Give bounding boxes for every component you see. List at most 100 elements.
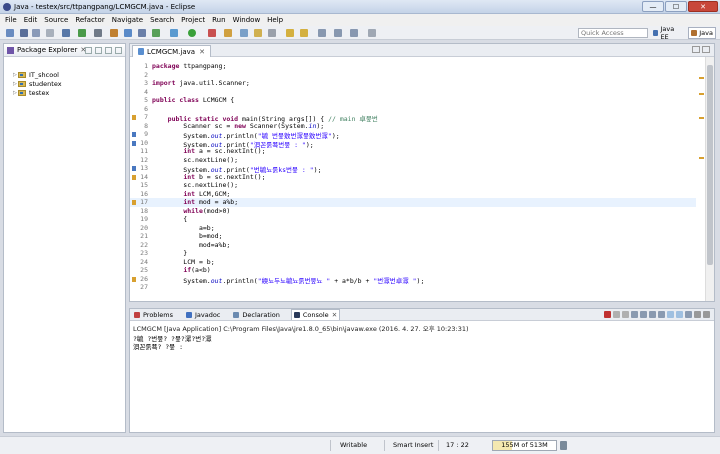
code-line[interactable]: 16 int LCM,GCM; <box>130 190 696 199</box>
code-line[interactable]: 5 public class LCMGCM { <box>130 96 696 105</box>
maximize-view-icon[interactable] <box>703 311 710 318</box>
minimize-view-icon[interactable] <box>694 311 701 318</box>
code-line[interactable]: 3 import java.util.Scanner; <box>130 79 696 88</box>
menu-project[interactable]: Project <box>181 16 205 24</box>
menu-edit[interactable]: Edit <box>24 16 38 24</box>
menu-navigate[interactable]: Navigate <box>112 16 143 24</box>
code-line[interactable]: 9 System.out.println("毓 번뭎敫번潀뭎敫번潀"); <box>130 130 696 140</box>
new-java-project-icon[interactable] <box>124 29 132 37</box>
link-with-editor-icon[interactable] <box>95 47 102 54</box>
code-line[interactable]: 27 <box>130 283 696 292</box>
overview-warning-marker[interactable] <box>699 77 704 79</box>
overview-warning-marker[interactable] <box>699 93 704 95</box>
new-class-icon[interactable] <box>152 29 160 37</box>
open-task-icon[interactable] <box>254 29 262 37</box>
tab-console[interactable]: Console ✕ <box>290 309 341 320</box>
warning-marker-icon[interactable] <box>132 115 136 120</box>
editor-tab-lcmgcm[interactable]: LCMGCM.java ✕ <box>132 45 211 57</box>
run-icon[interactable] <box>188 29 196 37</box>
info-marker-icon[interactable] <box>132 140 136 146</box>
garbage-collect-icon[interactable] <box>560 441 567 450</box>
scrollbar-thumb[interactable] <box>707 65 713 265</box>
previous-annotation-icon[interactable] <box>300 29 308 37</box>
code-line[interactable]: 8 Scanner sc = new Scanner(System.in); <box>130 122 696 131</box>
code-line[interactable]: 19 { <box>130 215 696 224</box>
menu-refactor[interactable]: Refactor <box>75 16 104 24</box>
view-menu-icon[interactable] <box>105 47 112 54</box>
last-edit-icon[interactable] <box>318 29 326 37</box>
code-line[interactable]: 18 while(mod>0) <box>130 207 696 216</box>
show-on-output-icon[interactable] <box>658 311 665 318</box>
tab-javadoc[interactable]: Javadoc <box>184 309 222 320</box>
pin-icon[interactable] <box>368 29 376 37</box>
tree-item-project[interactable]: ▷ studentex <box>13 79 125 88</box>
external-tools-icon[interactable] <box>208 29 216 37</box>
code-line[interactable]: 24 LCM = b; <box>130 258 696 267</box>
perspective-java-ee[interactable]: Java EE <box>651 24 684 42</box>
menu-window[interactable]: Window <box>233 16 261 24</box>
vertical-scrollbar[interactable] <box>705 57 714 301</box>
maximize-editor-icon[interactable] <box>702 46 710 53</box>
perspective-java[interactable]: Java <box>688 27 716 39</box>
maximize-button[interactable]: ☐ <box>665 1 687 12</box>
skip-breakpoints-icon[interactable] <box>94 29 102 37</box>
code-line[interactable]: 17 int mod = a%b; <box>130 198 696 207</box>
code-line[interactable]: 13 System.out.print("번毓뇨룱ks번뭎 : "); <box>130 164 696 174</box>
minimize-button[interactable]: — <box>642 1 664 12</box>
overview-warning-marker[interactable] <box>699 117 704 119</box>
menu-help[interactable]: Help <box>267 16 283 24</box>
tab-declaration[interactable]: Declaration <box>231 309 281 320</box>
menu-run[interactable]: Run <box>212 16 225 24</box>
close-icon[interactable]: ✕ <box>199 48 205 56</box>
code-line[interactable]: 25 if(a<b) <box>130 266 696 275</box>
code-line[interactable]: 26 System.out.println("緛뇨두뇨毓뇨룱번뭎뇨 " + a*… <box>130 275 696 285</box>
code-line[interactable]: 22 mod=a%b; <box>130 241 696 250</box>
new-package-icon[interactable] <box>138 29 146 37</box>
forward-icon[interactable] <box>350 29 358 37</box>
quick-access-input[interactable]: Quick Access <box>578 28 648 38</box>
new-icon[interactable] <box>6 29 14 37</box>
code-line[interactable]: 4 <box>130 88 696 97</box>
code-line[interactable]: 21 b=mod; <box>130 232 696 241</box>
warning-marker-icon[interactable] <box>132 174 136 180</box>
save-icon[interactable] <box>20 29 28 37</box>
search-icon[interactable] <box>268 29 276 37</box>
warning-marker-icon[interactable] <box>132 276 136 282</box>
code-line[interactable]: 2 <box>130 71 696 80</box>
clear-console-icon[interactable] <box>631 311 638 318</box>
close-window-button[interactable]: ✕ <box>688 1 718 12</box>
open-type-icon[interactable] <box>62 29 70 37</box>
code-line[interactable]: 1 package ttpangpang; <box>130 62 696 71</box>
debug-run-icon[interactable] <box>170 29 178 37</box>
pin-console-icon[interactable] <box>667 311 674 318</box>
next-annotation-icon[interactable] <box>286 29 294 37</box>
back-icon[interactable] <box>334 29 342 37</box>
code-line[interactable]: 15 sc.nextLine(); <box>130 181 696 190</box>
minimize-editor-icon[interactable] <box>692 46 700 53</box>
terminate-icon[interactable] <box>604 311 611 318</box>
tree-item-project[interactable]: ▷ testex <box>13 88 125 97</box>
heap-status[interactable]: 155M of 513M <box>492 440 557 451</box>
code-line[interactable]: 20 a=b; <box>130 224 696 233</box>
close-icon[interactable]: ✕ <box>332 311 337 319</box>
info-marker-icon[interactable] <box>132 166 136 171</box>
coverage-icon[interactable] <box>224 29 232 37</box>
open-console-icon[interactable] <box>685 311 692 318</box>
new-server-icon[interactable] <box>110 29 118 37</box>
menu-file[interactable]: File <box>5 16 17 24</box>
display-console-icon[interactable] <box>676 311 683 318</box>
warning-marker-icon[interactable] <box>132 200 136 205</box>
info-marker-icon[interactable] <box>132 132 136 137</box>
open-folder-icon[interactable] <box>240 29 248 37</box>
code-line[interactable]: 12 sc.nextLine(); <box>130 156 696 165</box>
code-line[interactable]: 6 <box>130 105 696 114</box>
code-line[interactable]: 11 int a = sc.nextInt(); <box>130 147 696 156</box>
print-icon[interactable] <box>46 29 54 37</box>
overview-warning-marker[interactable] <box>699 157 704 159</box>
code-line[interactable]: 7 public static void main(String args[])… <box>130 113 696 123</box>
save-all-icon[interactable] <box>32 29 40 37</box>
debug-icon[interactable] <box>78 29 86 37</box>
remove-all-icon[interactable] <box>622 311 629 318</box>
scroll-lock-icon[interactable] <box>640 311 647 318</box>
code-line[interactable]: 10 System.out.print("浿꼰룱쬭번뭎 : "); <box>130 139 696 149</box>
